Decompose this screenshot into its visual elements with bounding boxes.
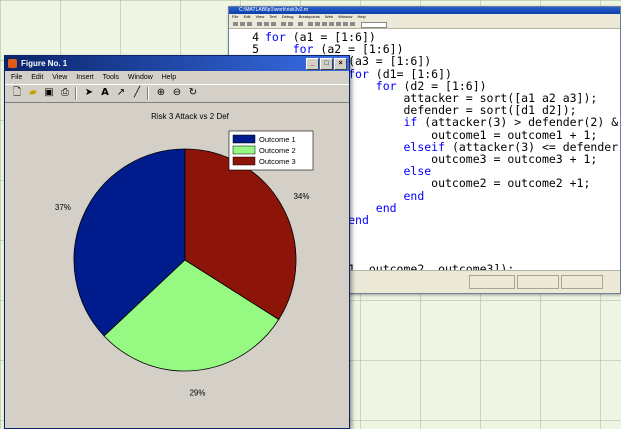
arrow-icon[interactable]: ➤ [83, 87, 95, 99]
legend-label-1: Outcome 1 [259, 135, 296, 144]
legend-swatch-1 [232, 134, 256, 144]
editor-titlebar[interactable]: C:\MATLAB6p1\work\risk3v2.m [229, 7, 620, 14]
matlab-figure-icon [8, 59, 17, 68]
menu-window[interactable]: Window [128, 74, 153, 81]
menu-view[interactable]: View [52, 74, 67, 81]
editor-step-out-icon[interactable] [336, 22, 341, 26]
editor-stop-icon[interactable] [350, 22, 355, 26]
rotate-icon[interactable]: ↻ [187, 87, 199, 99]
minimize-button[interactable]: _ [306, 58, 319, 70]
editor-menu-text[interactable]: Text [269, 14, 276, 19]
editor-menu-web[interactable]: Web [325, 14, 333, 19]
editor-find-icon[interactable] [298, 22, 303, 26]
editor-open-icon[interactable] [240, 22, 245, 26]
menu-insert[interactable]: Insert [76, 74, 94, 81]
editor-clear-breakpoint-icon[interactable] [315, 22, 320, 26]
editor-redo-icon[interactable] [288, 22, 293, 26]
zoom-out-icon[interactable]: ⊖ [171, 87, 183, 99]
legend-swatch-2 [232, 145, 256, 155]
figure-titlebar[interactable]: Figure No. 1 _ □ × [5, 56, 349, 71]
editor-status-script [469, 275, 515, 289]
zoom-in-icon[interactable]: ⊕ [155, 87, 167, 99]
editor-menu-debug[interactable]: Debug [282, 14, 294, 19]
open-folder-icon[interactable]: ▰ [27, 87, 39, 99]
editor-status-line [517, 275, 559, 289]
legend-label-3: Outcome 3 [259, 157, 296, 166]
editor-menu-view[interactable]: View [256, 14, 265, 19]
editor-new-icon[interactable] [233, 22, 238, 26]
editor-cut-icon[interactable] [257, 22, 262, 26]
editor-step-icon[interactable] [322, 22, 327, 26]
menu-tools[interactable]: Tools [103, 74, 119, 81]
menu-edit[interactable]: Edit [31, 74, 43, 81]
figure-toolbar: 🗋 ▰ ▣ ⎙ ➤ A ↗ ╱ ⊕ ⊖ ↻ [5, 84, 349, 103]
editor-menu-window[interactable]: Window [338, 14, 352, 19]
maximize-button[interactable]: □ [320, 58, 333, 70]
chart-title: Risk 3 Attack vs 2 Def [151, 112, 230, 121]
editor-step-in-icon[interactable] [329, 22, 334, 26]
legend-label-2: Outcome 2 [259, 146, 296, 155]
pie-percent-label-2: 29% [189, 388, 205, 397]
close-button[interactable]: × [334, 58, 347, 70]
editor-menu-edit[interactable]: Edit [244, 14, 251, 19]
editor-title: C:\MATLAB6p1\work\risk3v2.m [239, 7, 309, 13]
editor-paste-icon[interactable] [271, 22, 276, 26]
figure-title: Figure No. 1 [21, 59, 68, 68]
line-number: 5 [252, 42, 259, 57]
line-icon[interactable]: ╱ [131, 87, 143, 99]
figure-menubar: File Edit View Insert Tools Window Help [5, 71, 349, 84]
text-icon[interactable]: A [99, 87, 111, 99]
editor-menu-help[interactable]: Help [358, 14, 366, 19]
line-number: 4 [252, 30, 259, 44]
arrow-line-icon[interactable]: ↗ [115, 87, 127, 99]
editor-toolbar [229, 20, 620, 29]
pie-percent-label-3: 34% [293, 192, 309, 201]
editor-menu-breakpoints[interactable]: Breakpoints [299, 14, 320, 19]
pie-chart: Risk 3 Attack vs 2 Def 37% 29% 34% Outcome… [55, 112, 314, 397]
menu-help[interactable]: Help [162, 74, 176, 81]
print-icon[interactable]: ⎙ [59, 87, 71, 99]
editor-copy-icon[interactable] [264, 22, 269, 26]
editor-stack-dropdown[interactable] [361, 22, 387, 28]
editor-undo-icon[interactable] [281, 22, 286, 26]
save-icon[interactable]: ▣ [43, 87, 55, 99]
editor-menu-file[interactable]: File [232, 14, 238, 19]
legend[interactable]: Outcome 1 Outcome 2 Outcome 3 [228, 130, 314, 171]
pie-percent-label-1: 37% [55, 203, 71, 212]
legend-swatch-3 [232, 156, 256, 166]
editor-save-icon[interactable] [247, 22, 252, 26]
figure-window: Figure No. 1 _ □ × File Edit View Insert… [4, 55, 350, 429]
new-file-icon[interactable]: 🗋 [11, 87, 23, 99]
menu-file[interactable]: File [11, 74, 22, 81]
editor-status-col [561, 275, 603, 289]
editor-breakpoint-icon[interactable] [308, 22, 313, 26]
editor-continue-icon[interactable] [343, 22, 348, 26]
